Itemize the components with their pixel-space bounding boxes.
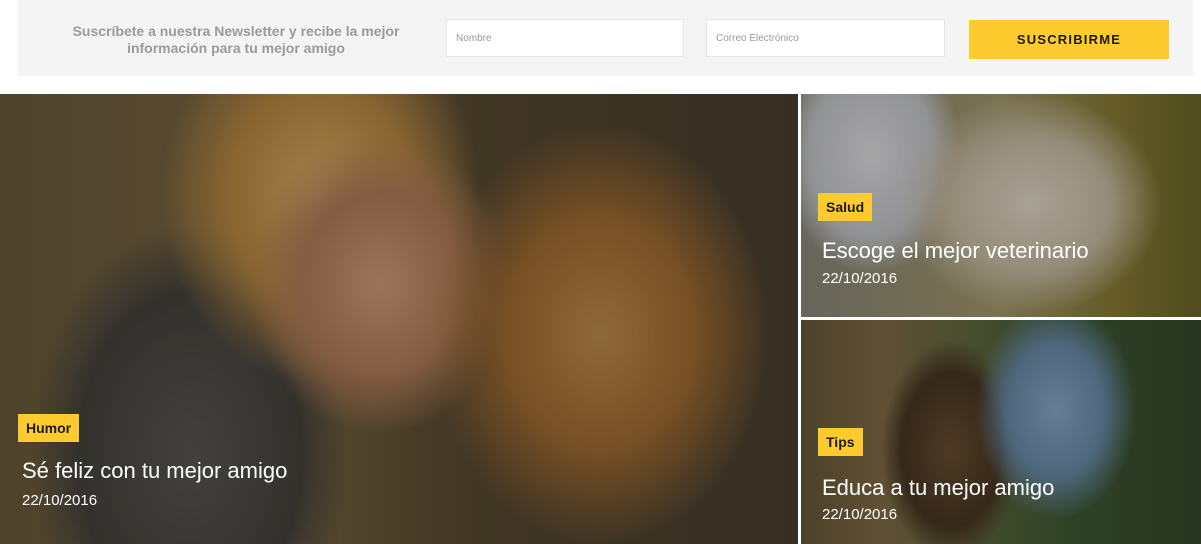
post-card-salud[interactable]: Salud Escoge el mejor veterinario 22/10/… bbox=[801, 94, 1201, 317]
post-date: 22/10/2016 bbox=[822, 270, 898, 287]
post-title[interactable]: Escoge el mejor veterinario bbox=[822, 238, 1089, 264]
email-input[interactable] bbox=[706, 19, 945, 57]
category-badge[interactable]: Tips bbox=[818, 428, 863, 456]
post-title[interactable]: Sé feliz con tu mejor amigo bbox=[22, 458, 287, 484]
post-card-tips[interactable]: Tips Educa a tu mejor amigo 22/10/2016 bbox=[801, 320, 1201, 544]
post-card-humor[interactable]: Humor Sé feliz con tu mejor amigo 22/10/… bbox=[0, 94, 798, 544]
post-date: 22/10/2016 bbox=[822, 506, 898, 523]
subscribe-button[interactable]: SUSCRIBIRME bbox=[969, 20, 1169, 59]
post-date: 22/10/2016 bbox=[22, 492, 98, 509]
newsletter-bar: Suscríbete a nuestra Newsletter y recibe… bbox=[18, 0, 1193, 76]
name-input[interactable] bbox=[446, 19, 684, 57]
post-title[interactable]: Educa a tu mejor amigo bbox=[822, 475, 1054, 501]
category-badge[interactable]: Salud bbox=[818, 193, 873, 221]
category-badge[interactable]: Humor bbox=[18, 414, 80, 442]
newsletter-text: Suscríbete a nuestra Newsletter y recibe… bbox=[72, 23, 400, 56]
